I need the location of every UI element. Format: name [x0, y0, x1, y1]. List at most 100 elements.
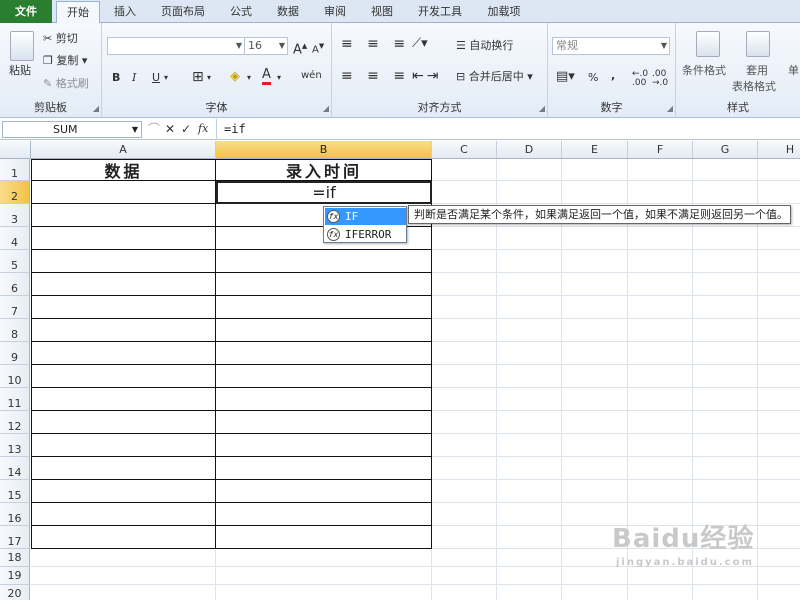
cell-c15[interactable] [432, 480, 497, 503]
column-header-c[interactable]: C [432, 141, 497, 159]
cell-f4[interactable] [628, 227, 693, 250]
cell-b19[interactable] [216, 567, 432, 585]
cell-h7[interactable] [758, 296, 800, 319]
cell-d2[interactable] [497, 181, 562, 204]
row-header-7[interactable]: 7 [0, 296, 30, 319]
row-header-11[interactable]: 11 [0, 388, 30, 411]
cell-h5[interactable] [758, 250, 800, 273]
cell-c1[interactable] [432, 159, 497, 181]
conditional-format-button[interactable]: 条件格式 [682, 63, 726, 79]
cell-e20[interactable] [562, 585, 628, 600]
format-as-table-label-1[interactable]: 套用 [746, 63, 768, 79]
cell-e13[interactable] [562, 434, 628, 457]
cell-b11[interactable] [216, 388, 432, 411]
column-header-b[interactable]: B [216, 141, 432, 159]
dialog-launcher-icon[interactable]: ◢ [539, 104, 545, 113]
chevron-down-icon[interactable]: ▾ [277, 70, 281, 86]
cell-c6[interactable] [432, 273, 497, 296]
font-color-button[interactable]: A [262, 68, 271, 85]
cell-g5[interactable] [693, 250, 758, 273]
tab-data[interactable]: 数据 [266, 0, 310, 23]
cell-g9[interactable] [693, 342, 758, 365]
cell-f20[interactable] [628, 585, 693, 600]
cell-c4[interactable] [432, 227, 497, 250]
row-header-16[interactable]: 16 [0, 503, 30, 526]
cell-c20[interactable] [432, 585, 497, 600]
bold-button[interactable]: B [112, 70, 120, 86]
cell-h14[interactable] [758, 457, 800, 480]
cell-b20[interactable] [216, 585, 432, 600]
row-header-17[interactable]: 17 [0, 526, 30, 549]
name-box[interactable]: SUM ▼ [2, 121, 142, 138]
row-header-3[interactable]: 3 [0, 204, 30, 227]
format-as-table-icon[interactable] [746, 31, 770, 57]
cell-a1[interactable]: 数据 [31, 161, 216, 183]
cell-e14[interactable] [562, 457, 628, 480]
cell-a20[interactable] [31, 585, 216, 600]
cell-f2[interactable] [628, 181, 693, 204]
cell-f14[interactable] [628, 457, 693, 480]
cell-h1[interactable] [758, 159, 800, 181]
cell-g15[interactable] [693, 480, 758, 503]
tab-page-layout[interactable]: 页面布局 [150, 0, 216, 23]
cell-f12[interactable] [628, 411, 693, 434]
cell-d19[interactable] [497, 567, 562, 585]
vertical-align-icons[interactable]: ≡ ≡ ≡ [341, 36, 410, 52]
cell-b9[interactable] [216, 342, 432, 365]
cell-b15[interactable] [216, 480, 432, 503]
number-format-combo[interactable]: 常规 ▼ [552, 37, 670, 55]
decrease-decimal-icon[interactable]: .00 →.0 [652, 70, 668, 88]
tab-insert[interactable]: 插入 [103, 0, 147, 23]
cell-d4[interactable] [497, 227, 562, 250]
cell-g10[interactable] [693, 365, 758, 388]
cell-c18[interactable] [432, 549, 497, 567]
autocomplete-item-iferror[interactable]: fx IFERROR [325, 226, 406, 243]
cell-b8[interactable] [216, 319, 432, 342]
grow-font-button[interactable]: A▲ [293, 38, 307, 58]
dialog-launcher-icon[interactable]: ◢ [667, 104, 673, 113]
cell-e7[interactable] [562, 296, 628, 319]
cell-c2[interactable] [432, 181, 497, 204]
cell-h12[interactable] [758, 411, 800, 434]
row-header-9[interactable]: 9 [0, 342, 30, 365]
cell-b13[interactable] [216, 434, 432, 457]
cell-h10[interactable] [758, 365, 800, 388]
row-header-1[interactable]: 1 [0, 159, 30, 181]
percent-button[interactable]: % [588, 70, 598, 86]
cell-a17[interactable] [31, 526, 216, 549]
cell-a7[interactable] [31, 296, 216, 319]
insert-function-button[interactable]: fx [198, 121, 208, 137]
cell-g11[interactable] [693, 388, 758, 411]
dialog-launcher-icon[interactable]: ◢ [93, 104, 99, 113]
cell-e9[interactable] [562, 342, 628, 365]
chevron-down-icon[interactable]: ▾ [207, 70, 211, 86]
merge-center-button[interactable]: ⊟ 合并后居中 ▾ [456, 69, 533, 85]
cell-c9[interactable] [432, 342, 497, 365]
cell-a3[interactable] [31, 204, 216, 227]
cell-h20[interactable] [758, 585, 800, 600]
autocomplete-item-if[interactable]: fx IF [325, 208, 406, 225]
italic-button[interactable]: I [132, 70, 136, 86]
paste-icon[interactable] [10, 31, 34, 61]
row-header-12[interactable]: 12 [0, 411, 30, 434]
row-header-10[interactable]: 10 [0, 365, 30, 388]
cell-g1[interactable] [693, 159, 758, 181]
cell-a2[interactable] [31, 181, 216, 204]
cell-d15[interactable] [497, 480, 562, 503]
comma-button[interactable]: , [611, 68, 615, 84]
cell-b1[interactable]: 录入时间 [216, 161, 432, 183]
cell-g12[interactable] [693, 411, 758, 434]
row-header-19[interactable]: 19 [0, 567, 30, 585]
border-icon[interactable]: ⊞ [192, 69, 204, 85]
cell-h2[interactable] [758, 181, 800, 204]
column-header-g[interactable]: G [693, 141, 758, 159]
cell-b10[interactable] [216, 365, 432, 388]
cell-g4[interactable] [693, 227, 758, 250]
tab-developer[interactable]: 开发工具 [408, 0, 472, 23]
cell-f9[interactable] [628, 342, 693, 365]
cell-e10[interactable] [562, 365, 628, 388]
cell-e5[interactable] [562, 250, 628, 273]
cell-e6[interactable] [562, 273, 628, 296]
row-header-2[interactable]: 2 [0, 181, 30, 204]
cell-a19[interactable] [31, 567, 216, 585]
